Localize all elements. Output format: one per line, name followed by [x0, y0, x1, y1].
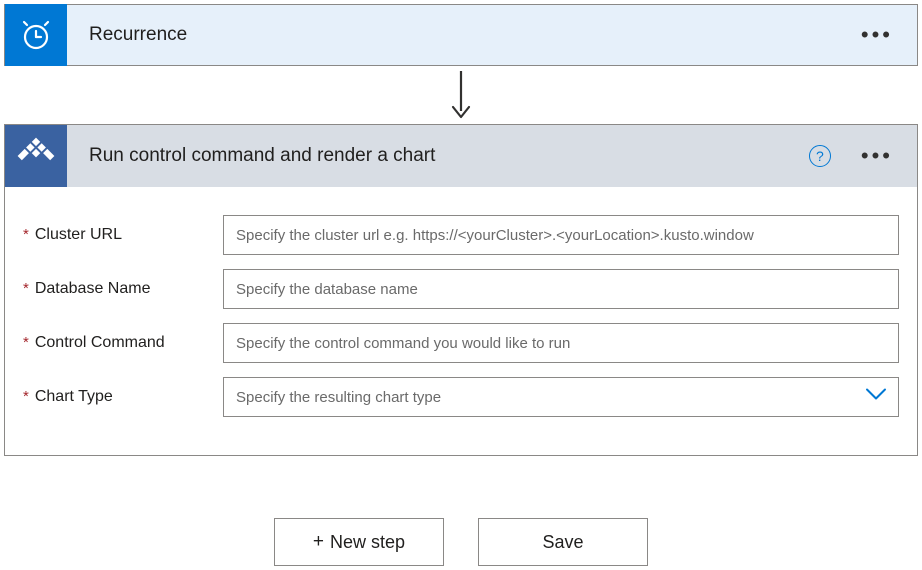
required-marker: *	[23, 226, 29, 243]
connector-arrow	[4, 66, 918, 124]
action-step-header[interactable]: Run control command and render a chart ?…	[5, 125, 917, 187]
field-label: * Database Name	[23, 280, 223, 298]
field-control-command: * Control Command	[23, 323, 899, 363]
more-icon[interactable]: •••	[837, 22, 917, 48]
help-icon[interactable]: ?	[809, 145, 831, 167]
field-label: * Cluster URL	[23, 226, 223, 244]
cluster-url-input[interactable]	[223, 215, 899, 255]
clock-icon	[5, 4, 67, 66]
more-icon[interactable]: •••	[837, 143, 917, 169]
control-command-input[interactable]	[223, 323, 899, 363]
required-marker: *	[23, 334, 29, 351]
recurrence-title: Recurrence	[67, 24, 837, 46]
field-label: * Chart Type	[23, 388, 223, 406]
database-name-input[interactable]	[223, 269, 899, 309]
field-database-name: * Database Name	[23, 269, 899, 309]
kusto-icon	[5, 125, 67, 187]
label-text: Chart Type	[35, 388, 113, 406]
save-label: Save	[542, 532, 583, 553]
bottom-button-bar: + New step Save	[4, 518, 918, 566]
label-text: Database Name	[35, 280, 151, 298]
plus-icon: +	[313, 531, 324, 553]
required-marker: *	[23, 280, 29, 297]
action-step-body: * Cluster URL * Database Name * Control …	[5, 187, 917, 455]
field-chart-type: * Chart Type	[23, 377, 899, 417]
chart-type-select[interactable]	[223, 377, 899, 417]
field-label: * Control Command	[23, 334, 223, 352]
recurrence-step[interactable]: Recurrence •••	[4, 4, 918, 66]
save-button[interactable]: Save	[478, 518, 648, 566]
new-step-button[interactable]: + New step	[274, 518, 444, 566]
field-cluster-url: * Cluster URL	[23, 215, 899, 255]
label-text: Control Command	[35, 334, 165, 352]
action-step-title: Run control command and render a chart	[67, 145, 809, 167]
label-text: Cluster URL	[35, 226, 122, 244]
new-step-label: New step	[330, 532, 405, 553]
required-marker: *	[23, 388, 29, 405]
action-step: Run control command and render a chart ?…	[4, 124, 918, 456]
